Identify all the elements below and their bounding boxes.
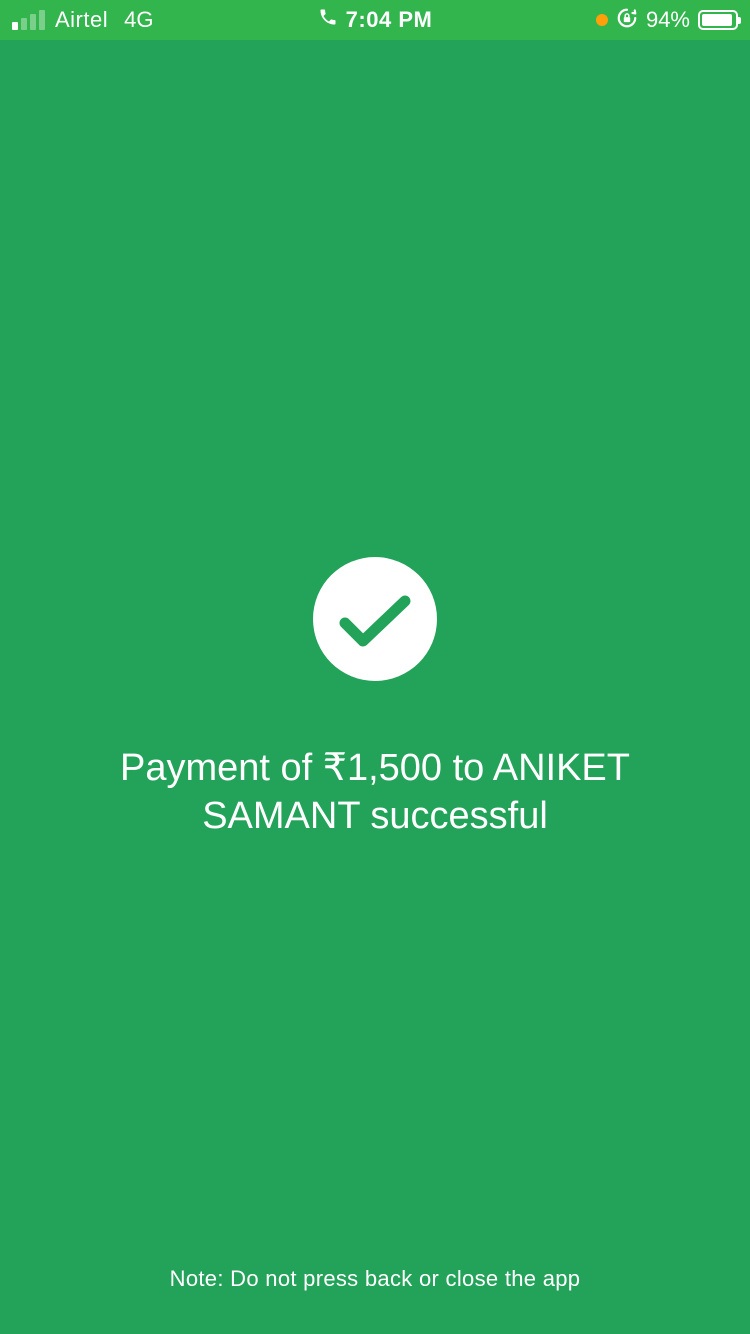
battery-icon bbox=[698, 10, 741, 30]
battery-percentage: 94% bbox=[645, 7, 690, 32]
clock-time: 7:04 PM bbox=[345, 7, 433, 32]
status-right: 94% bbox=[595, 0, 741, 40]
battery-fill bbox=[702, 14, 733, 26]
success-check-badge bbox=[313, 557, 437, 681]
signal-bar bbox=[39, 10, 45, 30]
network-type: 4G bbox=[124, 7, 154, 32]
signal-bar bbox=[21, 18, 27, 30]
signal-bar bbox=[12, 22, 18, 30]
signal-bar bbox=[30, 14, 36, 30]
status-bar: Airtel 4G 7:04 PM 94% bbox=[0, 0, 750, 40]
phone-call-icon bbox=[318, 7, 338, 33]
status-left: Airtel 4G bbox=[12, 0, 153, 40]
payment-success-message: Payment of ₹1,500 to ANIKET SAMANT succe… bbox=[120, 747, 630, 837]
rotation-lock-icon bbox=[616, 7, 638, 34]
recording-dot-icon bbox=[595, 14, 608, 26]
warning-note: Note: Do not press back or close the app bbox=[169, 1266, 581, 1291]
signal-icon bbox=[12, 10, 45, 30]
carrier-name: Airtel bbox=[55, 7, 109, 32]
check-icon bbox=[339, 595, 411, 647]
